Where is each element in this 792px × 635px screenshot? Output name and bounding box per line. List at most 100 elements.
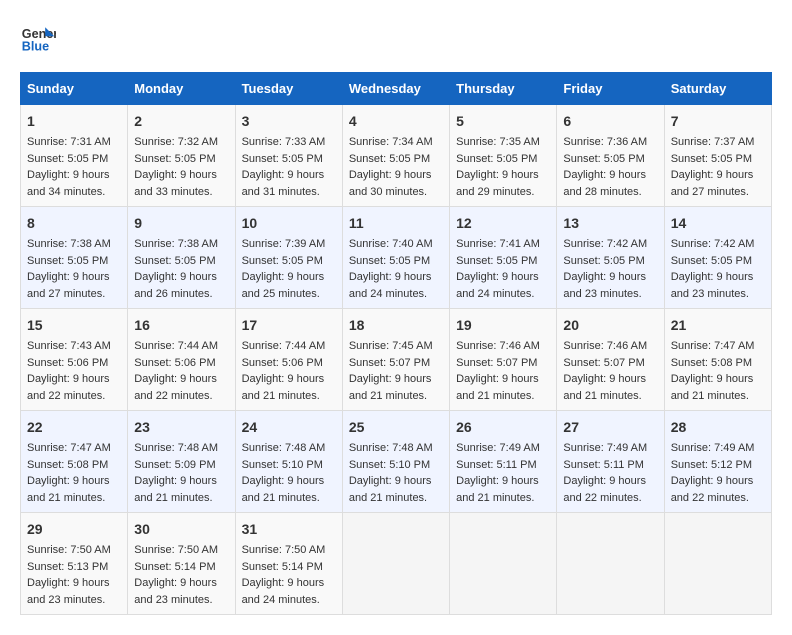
sunrise-text: Sunrise: 7:48 AM <box>349 442 433 454</box>
sunrise-text: Sunrise: 7:44 AM <box>242 340 326 352</box>
day-number: 11 <box>349 213 443 234</box>
calendar-cell: 22Sunrise: 7:47 AMSunset: 5:08 PMDayligh… <box>21 411 128 513</box>
sunrise-text: Sunrise: 7:50 AM <box>27 544 111 556</box>
calendar-week-row: 29 Sunrise: 7:50 AM Sunset: 5:13 PM Dayligh… <box>21 513 772 615</box>
daylight-text: Daylight: 9 hours and 21 minutes. <box>349 475 432 504</box>
daylight-text: Daylight: 9 hours and 28 minutes. <box>563 169 646 198</box>
daylight-text: Daylight: 9 hours and 34 minutes. <box>27 169 110 198</box>
sunset-text: Sunset: 5:05 PM <box>671 153 752 165</box>
daylight-text: Daylight: 9 hours and 21 minutes. <box>134 475 217 504</box>
sunset-text: Sunset: 5:13 PM <box>27 561 108 573</box>
header-row: SundayMondayTuesdayWednesdayThursdayFrid… <box>21 73 772 105</box>
day-number: 19 <box>456 315 550 336</box>
daylight-text: Daylight: 9 hours and 27 minutes. <box>27 271 110 300</box>
sunrise-text: Sunrise: 7:46 AM <box>456 340 540 352</box>
day-number: 1 <box>27 111 121 132</box>
calendar-body: 1 Sunrise: 7:31 AM Sunset: 5:05 PM Daylight… <box>21 105 772 615</box>
daylight-text: Daylight: 9 hours and 31 minutes. <box>242 169 325 198</box>
sunrise-text: Sunrise: 7:37 AM <box>671 136 755 148</box>
header-cell-monday: Monday <box>128 73 235 105</box>
daylight-text: Daylight: 9 hours and 23 minutes. <box>134 577 217 606</box>
day-number: 5 <box>456 111 550 132</box>
calendar-week-row: 15Sunrise: 7:43 AMSunset: 5:06 PMDayligh… <box>21 309 772 411</box>
header-cell-tuesday: Tuesday <box>235 73 342 105</box>
sunrise-text: Sunrise: 7:38 AM <box>27 238 111 250</box>
svg-text:Blue: Blue <box>22 40 49 54</box>
calendar-cell: 15Sunrise: 7:43 AMSunset: 5:06 PMDayligh… <box>21 309 128 411</box>
daylight-text: Daylight: 9 hours and 24 minutes. <box>242 577 325 606</box>
sunset-text: Sunset: 5:12 PM <box>671 459 752 471</box>
calendar-cell: 17Sunrise: 7:44 AMSunset: 5:06 PMDayligh… <box>235 309 342 411</box>
calendar-week-row: 22Sunrise: 7:47 AMSunset: 5:08 PMDayligh… <box>21 411 772 513</box>
calendar-cell: 27Sunrise: 7:49 AMSunset: 5:11 PMDayligh… <box>557 411 664 513</box>
sunrise-text: Sunrise: 7:32 AM <box>134 136 218 148</box>
daylight-text: Daylight: 9 hours and 25 minutes. <box>242 271 325 300</box>
sunrise-text: Sunrise: 7:47 AM <box>27 442 111 454</box>
calendar-cell: 28Sunrise: 7:49 AMSunset: 5:12 PMDayligh… <box>664 411 771 513</box>
calendar-cell: 18Sunrise: 7:45 AMSunset: 5:07 PMDayligh… <box>342 309 449 411</box>
calendar-cell: 8Sunrise: 7:38 AMSunset: 5:05 PMDaylight… <box>21 207 128 309</box>
sunrise-text: Sunrise: 7:33 AM <box>242 136 326 148</box>
daylight-text: Daylight: 9 hours and 22 minutes. <box>27 373 110 402</box>
day-number: 31 <box>242 519 336 540</box>
sunrise-text: Sunrise: 7:41 AM <box>456 238 540 250</box>
day-number: 17 <box>242 315 336 336</box>
sunset-text: Sunset: 5:05 PM <box>456 255 537 267</box>
daylight-text: Daylight: 9 hours and 24 minutes. <box>456 271 539 300</box>
sunrise-text: Sunrise: 7:48 AM <box>134 442 218 454</box>
sunset-text: Sunset: 5:05 PM <box>349 153 430 165</box>
sunset-text: Sunset: 5:06 PM <box>134 357 215 369</box>
sunset-text: Sunset: 5:07 PM <box>349 357 430 369</box>
sunrise-text: Sunrise: 7:45 AM <box>349 340 433 352</box>
day-number: 13 <box>563 213 657 234</box>
calendar-cell: 20Sunrise: 7:46 AMSunset: 5:07 PMDayligh… <box>557 309 664 411</box>
sunset-text: Sunset: 5:08 PM <box>27 459 108 471</box>
calendar-cell: 6Sunrise: 7:36 AMSunset: 5:05 PMDaylight… <box>557 105 664 207</box>
sunrise-text: Sunrise: 7:42 AM <box>563 238 647 250</box>
logo-icon: General Blue <box>20 20 56 56</box>
sunrise-text: Sunrise: 7:47 AM <box>671 340 755 352</box>
calendar-cell: 4Sunrise: 7:34 AMSunset: 5:05 PMDaylight… <box>342 105 449 207</box>
sunset-text: Sunset: 5:07 PM <box>456 357 537 369</box>
header-cell-sunday: Sunday <box>21 73 128 105</box>
sunset-text: Sunset: 5:05 PM <box>242 255 323 267</box>
sunrise-text: Sunrise: 7:49 AM <box>456 442 540 454</box>
calendar-header: SundayMondayTuesdayWednesdayThursdayFrid… <box>21 73 772 105</box>
daylight-text: Daylight: 9 hours and 21 minutes. <box>242 475 325 504</box>
daylight-text: Daylight: 9 hours and 21 minutes. <box>563 373 646 402</box>
calendar-cell: 26Sunrise: 7:49 AMSunset: 5:11 PMDayligh… <box>450 411 557 513</box>
sunrise-text: Sunrise: 7:36 AM <box>563 136 647 148</box>
header-cell-wednesday: Wednesday <box>342 73 449 105</box>
daylight-text: Daylight: 9 hours and 33 minutes. <box>134 169 217 198</box>
sunrise-text: Sunrise: 7:31 AM <box>27 136 111 148</box>
calendar-cell <box>342 513 449 615</box>
day-number: 15 <box>27 315 121 336</box>
day-number: 20 <box>563 315 657 336</box>
sunset-text: Sunset: 5:06 PM <box>27 357 108 369</box>
calendar-cell: 19Sunrise: 7:46 AMSunset: 5:07 PMDayligh… <box>450 309 557 411</box>
calendar-cell: 14Sunrise: 7:42 AMSunset: 5:05 PMDayligh… <box>664 207 771 309</box>
sunset-text: Sunset: 5:14 PM <box>134 561 215 573</box>
header-cell-friday: Friday <box>557 73 664 105</box>
calendar-cell: 11Sunrise: 7:40 AMSunset: 5:05 PMDayligh… <box>342 207 449 309</box>
sunset-text: Sunset: 5:11 PM <box>456 459 537 471</box>
header: General Blue <box>20 20 772 56</box>
sunset-text: Sunset: 5:09 PM <box>134 459 215 471</box>
calendar-cell: 24Sunrise: 7:48 AMSunset: 5:10 PMDayligh… <box>235 411 342 513</box>
sunrise-text: Sunrise: 7:40 AM <box>349 238 433 250</box>
sunrise-text: Sunrise: 7:39 AM <box>242 238 326 250</box>
calendar-cell: 13Sunrise: 7:42 AMSunset: 5:05 PMDayligh… <box>557 207 664 309</box>
day-number: 29 <box>27 519 121 540</box>
calendar-cell: 23Sunrise: 7:48 AMSunset: 5:09 PMDayligh… <box>128 411 235 513</box>
daylight-text: Daylight: 9 hours and 24 minutes. <box>349 271 432 300</box>
calendar-week-row: 1 Sunrise: 7:31 AM Sunset: 5:05 PM Daylight… <box>21 105 772 207</box>
calendar-cell: 30Sunrise: 7:50 AMSunset: 5:14 PMDayligh… <box>128 513 235 615</box>
daylight-text: Daylight: 9 hours and 23 minutes. <box>671 271 754 300</box>
day-number: 18 <box>349 315 443 336</box>
sunset-text: Sunset: 5:05 PM <box>563 255 644 267</box>
daylight-text: Daylight: 9 hours and 27 minutes. <box>671 169 754 198</box>
daylight-text: Daylight: 9 hours and 22 minutes. <box>671 475 754 504</box>
daylight-text: Daylight: 9 hours and 21 minutes. <box>27 475 110 504</box>
calendar-cell <box>557 513 664 615</box>
calendar-cell: 29Sunrise: 7:50 AMSunset: 5:13 PMDayligh… <box>21 513 128 615</box>
